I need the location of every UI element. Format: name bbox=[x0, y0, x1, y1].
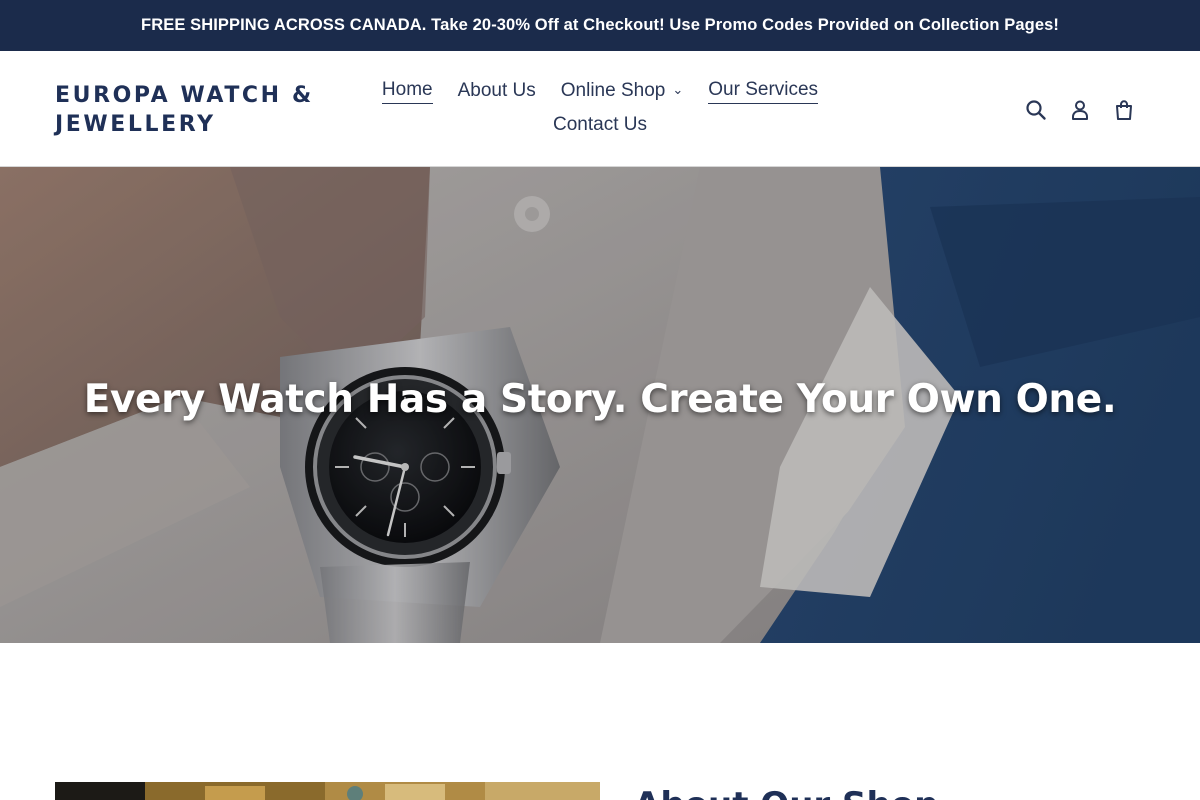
account-icon[interactable] bbox=[1068, 98, 1092, 122]
header-icons bbox=[1024, 98, 1136, 122]
nav-about-us[interactable]: About Us bbox=[458, 78, 536, 104]
announcement-text: FREE SHIPPING ACROSS CANADA. Take 20-30%… bbox=[141, 16, 1059, 34]
chevron-down-icon: ⌄ bbox=[672, 82, 684, 97]
cart-icon[interactable] bbox=[1112, 98, 1136, 122]
hero-heading: Every Watch Has a Story. Create Your Own… bbox=[83, 377, 1117, 422]
nav-our-services[interactable]: Our Services bbox=[708, 78, 819, 104]
hero-banner: Every Watch Has a Story. Create Your Own… bbox=[0, 167, 1200, 643]
nav-online-shop[interactable]: Online Shop ⌄ bbox=[561, 78, 683, 104]
nav-online-shop-label: Online Shop bbox=[560, 80, 666, 101]
feature-image bbox=[55, 782, 600, 800]
site-logo[interactable]: EUROPA WATCH & JEWELLERY bbox=[55, 81, 335, 139]
nav-contact-us[interactable]: Contact Us bbox=[553, 112, 647, 137]
site-header: EUROPA WATCH & JEWELLERY Home About Us O… bbox=[0, 51, 1200, 167]
main-nav: Home About Us Online Shop ⌄ Our Services … bbox=[370, 78, 830, 137]
feature-heading: About Our Shop bbox=[634, 785, 938, 800]
announcement-bar: FREE SHIPPING ACROSS CANADA. Take 20-30%… bbox=[0, 0, 1200, 51]
nav-home[interactable]: Home bbox=[381, 78, 433, 104]
search-icon[interactable] bbox=[1024, 98, 1048, 122]
